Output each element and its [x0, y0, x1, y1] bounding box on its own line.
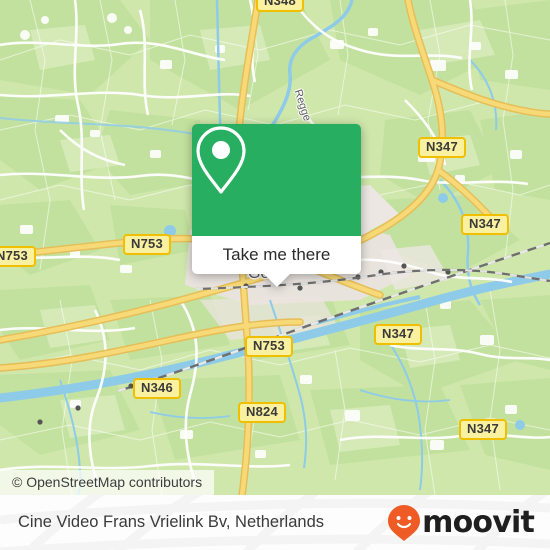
- road-shield-n346[interactable]: N346: [133, 378, 181, 399]
- road-shield-n753-b[interactable]: N753: [0, 246, 36, 267]
- footer-bar: Cine Video Frans Vrielink Bv, Netherland…: [0, 495, 550, 550]
- road-shield-n824[interactable]: N824: [238, 402, 286, 423]
- map-canvas[interactable]: N347 N347 N347 N347 N753 N753 N753 N346 …: [0, 0, 550, 495]
- take-me-there-label: Take me there: [222, 245, 331, 264]
- moovit-pin-smiley-icon: [388, 504, 421, 541]
- road-shield-n347-a[interactable]: N347: [418, 137, 466, 158]
- road-shield-n347-c[interactable]: N347: [374, 324, 422, 345]
- destination-popup[interactable]: Take me there: [192, 124, 361, 287]
- road-shield-n347-d[interactable]: N347: [459, 419, 507, 440]
- road-shield-n753-a[interactable]: N753: [123, 234, 171, 255]
- osm-attribution[interactable]: © OpenStreetMap contributors: [0, 470, 215, 495]
- popup-footer[interactable]: Take me there: [192, 236, 361, 274]
- road-shield-n347-b[interactable]: N347: [461, 214, 509, 235]
- moovit-wordmark: moovit: [422, 504, 535, 540]
- moovit-map-screenshot: N347 N347 N347 N347 N753 N753 N753 N346 …: [0, 0, 550, 550]
- road-shield-n753-c[interactable]: N753: [245, 336, 293, 357]
- map-pin-icon: [196, 126, 246, 194]
- moovit-brand[interactable]: moovit: [387, 504, 535, 542]
- road-shield-n348-clipped[interactable]: N348: [256, 0, 304, 12]
- location-title: Cine Video Frans Vrielink Bv, Netherland…: [18, 513, 325, 531]
- popup-header: [192, 124, 361, 236]
- popup-pointer: [262, 273, 291, 287]
